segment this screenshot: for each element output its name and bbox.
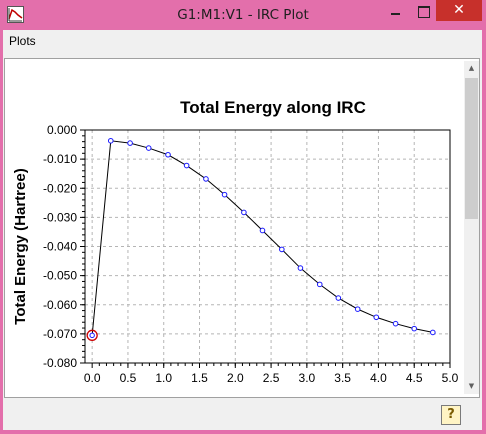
data-point[interactable]: [221, 191, 228, 198]
x-tick-label: 5.0: [442, 371, 459, 385]
data-point[interactable]: [183, 162, 190, 169]
help-icon[interactable]: ?: [441, 405, 461, 425]
data-point[interactable]: [89, 332, 95, 339]
data-point[interactable]: [430, 329, 436, 336]
x-tick-label: 4.0: [370, 371, 387, 385]
menu-bar: Plots: [3, 30, 482, 52]
scroll-thumb[interactable]: [465, 78, 478, 219]
y-tick-label: 0.000: [47, 123, 77, 137]
data-point[interactable]: [259, 227, 266, 234]
vertical-scrollbar[interactable]: ▲ ▼: [464, 61, 479, 394]
data-point[interactable]: [373, 314, 380, 321]
scroll-down-arrow-icon[interactable]: ▼: [464, 379, 479, 394]
data-point[interactable]: [165, 151, 171, 158]
x-tick-label: 3.0: [299, 371, 316, 385]
data-point[interactable]: [145, 145, 152, 151]
data-point[interactable]: [107, 137, 114, 144]
x-tick-label: 1.0: [155, 371, 172, 385]
data-point[interactable]: [335, 295, 342, 301]
plot-frame: Total Energy along IRC 0.0 0.5 1.0 1.5 2.0 2.5…: [4, 58, 480, 398]
x-tick-label: 3.5: [334, 371, 351, 385]
y-tick-label: -0.030: [43, 210, 77, 224]
x-tick-label: 0.0: [84, 371, 101, 385]
x-tick-label: 1.5: [191, 371, 208, 385]
chart-title: Total Energy along IRC: [180, 98, 366, 117]
x-tick-label: 2.0: [227, 371, 244, 385]
y-tick-label: -0.010: [43, 152, 77, 166]
irc-plot-window: G1:M1:V1 - IRC Plot ✕ Plots Total Energy…: [0, 0, 486, 434]
y-tick-label: -0.020: [43, 181, 77, 195]
y-axis-label: Total Energy (Hartree): [12, 168, 29, 324]
plot-area[interactable]: Total Energy along IRC 0.0 0.5 1.0 1.5 2.0 2.5…: [7, 61, 462, 394]
data-point[interactable]: [316, 281, 323, 288]
y-tick-label: -0.070: [43, 327, 77, 341]
data-point[interactable]: [297, 265, 304, 271]
menu-item-plots[interactable]: Plots: [9, 34, 36, 48]
y-tick-label: -0.060: [43, 298, 77, 312]
data-point[interactable]: [279, 246, 285, 253]
data-point[interactable]: [127, 140, 133, 146]
x-tick-label: 4.5: [406, 371, 423, 385]
y-tick-label: -0.050: [43, 269, 77, 283]
data-point[interactable]: [241, 209, 247, 216]
y-tick-label: -0.040: [43, 240, 77, 254]
x-tick-label: 0.5: [120, 371, 137, 385]
minimize-icon[interactable]: [382, 1, 408, 21]
x-axis-label: Intrinsic Reaction Coordinate: [163, 393, 372, 394]
status-bar: ?: [3, 400, 482, 430]
client-area: Plots Total Energy along IRC 0.0 0.5 1.0 1.5…: [3, 30, 482, 430]
y-tick-label: -0.080: [43, 356, 77, 370]
data-point[interactable]: [392, 320, 399, 327]
title-bar[interactable]: G1:M1:V1 - IRC Plot ✕: [0, 0, 486, 30]
data-point[interactable]: [203, 176, 209, 182]
close-icon[interactable]: ✕: [436, 0, 482, 21]
x-tick-label: 2.5: [263, 371, 280, 385]
irc-energy-chart: Total Energy along IRC 0.0 0.5 1.0 1.5 2.0 2.5…: [12, 98, 459, 394]
data-point[interactable]: [354, 306, 361, 312]
maximize-icon[interactable]: [410, 1, 436, 21]
scroll-up-arrow-icon[interactable]: ▲: [464, 61, 479, 76]
data-point[interactable]: [411, 325, 418, 332]
